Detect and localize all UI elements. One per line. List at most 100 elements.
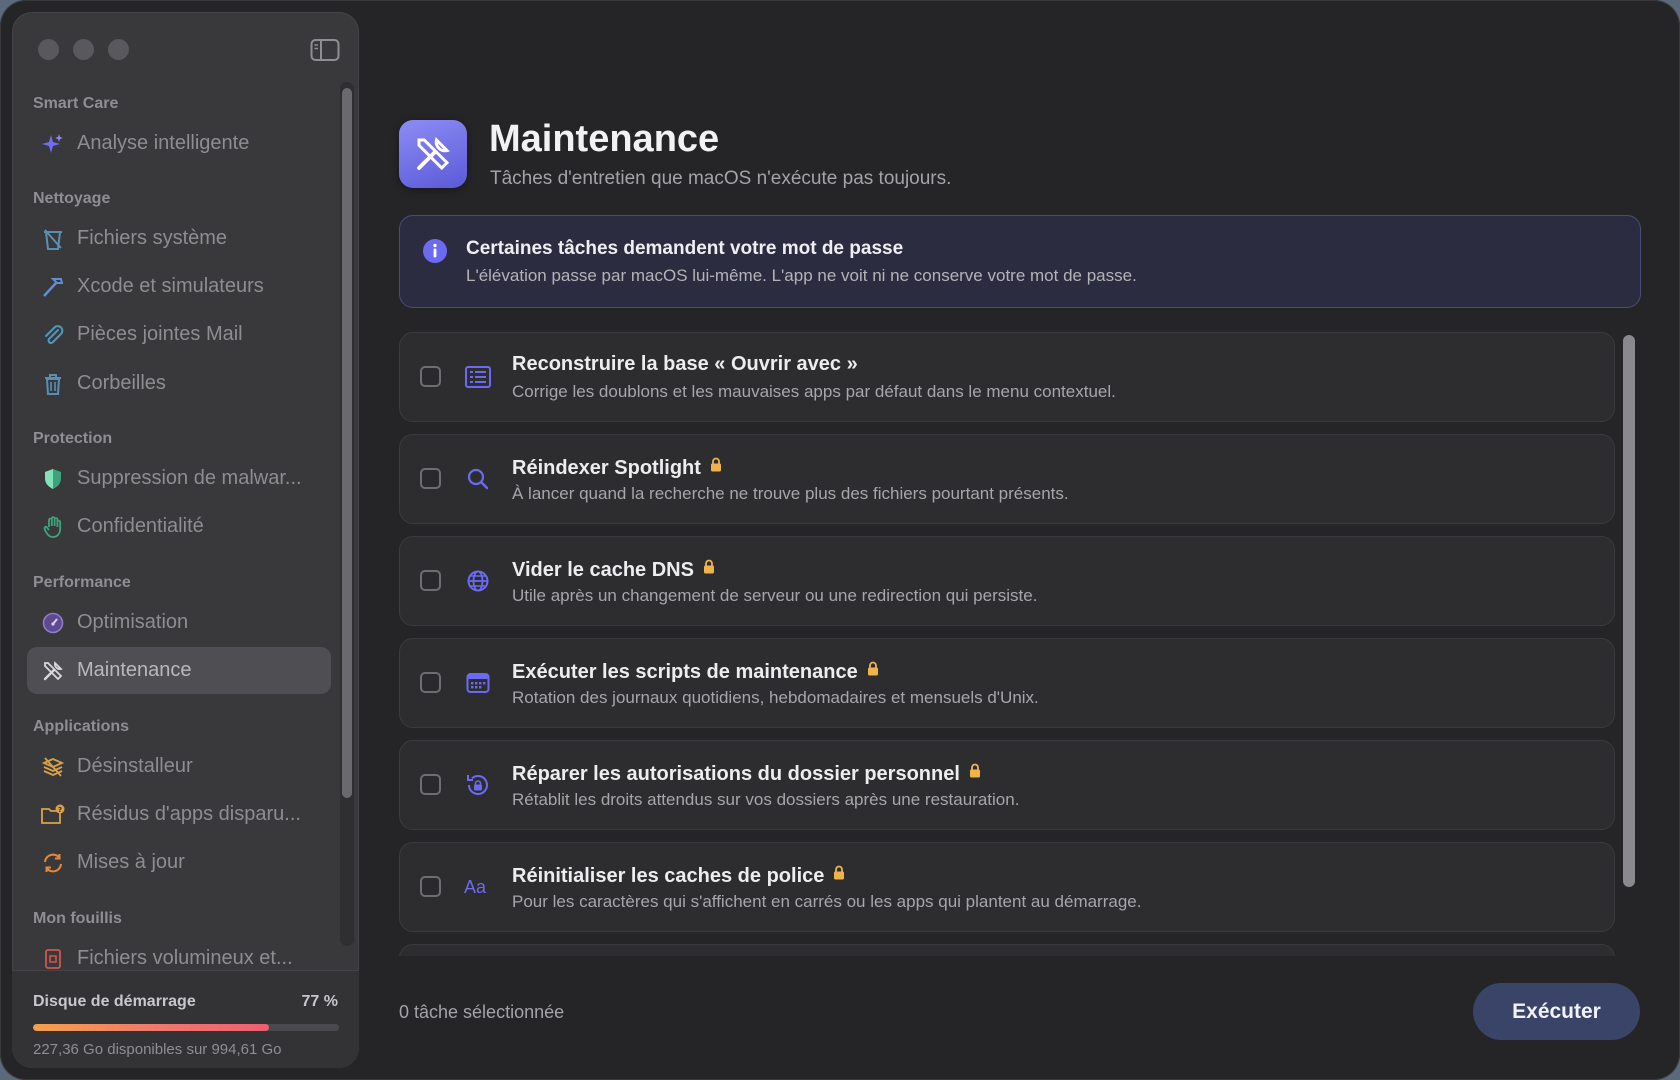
section-title-mon-fouillis: Mon fouillis xyxy=(33,910,122,927)
hand-icon xyxy=(39,513,67,541)
svg-text:?: ? xyxy=(58,806,62,814)
password-info-banner: Certaines tâches demandent votre mot de … xyxy=(399,215,1641,308)
task-description: Utile après un changement de serveur ou … xyxy=(512,586,1038,605)
lock-icon xyxy=(833,863,845,886)
task-description: Rétablit les droits attendus sur vos dos… xyxy=(512,790,1020,809)
minimize-window-button[interactable] xyxy=(73,39,94,60)
disk-usage-fill xyxy=(33,1024,269,1031)
task-checkbox[interactable] xyxy=(420,774,441,795)
sidebar-item-label: Désinstalleur xyxy=(77,755,193,777)
task-row[interactable]: Réparer les autorisations du dossier per… xyxy=(399,740,1615,830)
sidebar-item-label: Mises à jour xyxy=(77,851,185,873)
sidebar-item-label: Confidentialité xyxy=(77,515,204,537)
page-subtitle: Tâches d'entretien que macOS n'exécute p… xyxy=(490,168,952,189)
sidebar-item-label: Fichiers système xyxy=(77,227,228,249)
sidebar: Smart Care Analyse intelligente Nettoyag… xyxy=(12,12,359,1068)
sidebar-item-malware[interactable]: Suppression de malwar... xyxy=(27,455,331,502)
close-window-button[interactable] xyxy=(38,39,59,60)
task-row[interactable]: Exécuter les scripts de maintenance Rota… xyxy=(399,638,1615,728)
section-title-smart-care: Smart Care xyxy=(33,95,119,112)
sidebar-item-mises-a-jour[interactable]: Mises à jour xyxy=(27,839,331,886)
task-title-text: Exécuter les scripts de maintenance xyxy=(512,661,858,683)
main-content: Maintenance Tâches d'entretien que macOS… xyxy=(359,0,1680,1080)
task-title: Réparer les autorisations du dossier per… xyxy=(512,761,981,786)
app-window: Smart Care Analyse intelligente Nettoyag… xyxy=(0,0,1680,1080)
run-button[interactable]: Exécuter xyxy=(1473,983,1640,1040)
sidebar-item-label: Analyse intelligente xyxy=(77,132,250,154)
task-description: Corrige les doublons et les mauvaises ap… xyxy=(512,382,1116,401)
sidebar-item-label: Pièces jointes Mail xyxy=(77,323,243,345)
task-title-text: Réparer les autorisations du dossier per… xyxy=(512,763,960,785)
task-title: Réinitialiser les caches de police xyxy=(512,863,845,888)
task-title-text: Réinitialiser les caches de police xyxy=(512,865,825,887)
sidebar-scrollbar-thumb[interactable] xyxy=(342,88,352,798)
task-description: À lancer quand la recherche ne trouve pl… xyxy=(512,484,1069,503)
sidebar-item-fichiers-systeme[interactable]: Fichiers système xyxy=(27,215,331,262)
font-icon: Aa xyxy=(464,873,492,901)
shield-icon xyxy=(39,465,67,493)
sidebar-item-confidentialite[interactable]: Confidentialité xyxy=(27,503,331,550)
sidebar-item-label: Suppression de malwar... xyxy=(77,467,302,489)
large-file-icon xyxy=(39,945,67,971)
search-icon xyxy=(464,465,492,493)
sidebar-item-label: Fichiers volumineux et... xyxy=(77,947,293,969)
sidebar-item-pieces-jointes[interactable]: Pièces jointes Mail xyxy=(27,311,331,358)
sidebar-item-desinstalleur[interactable]: Désinstalleur xyxy=(27,743,331,790)
task-row[interactable]: Reconstruire la base « Ouvrir avec » Cor… xyxy=(399,332,1615,422)
svg-text:Aa: Aa xyxy=(464,877,487,897)
info-icon xyxy=(423,239,447,263)
trash-icon xyxy=(39,370,67,398)
sidebar-item-label: Maintenance xyxy=(77,659,192,681)
task-title: Réindexer Spotlight xyxy=(512,455,722,480)
task-title-text: Réindexer Spotlight xyxy=(512,457,701,479)
task-checkbox[interactable] xyxy=(420,672,441,693)
task-row[interactable] xyxy=(399,944,1615,956)
task-list: Reconstruire la base « Ouvrir avec » Cor… xyxy=(399,332,1615,956)
lock-rotate-icon xyxy=(464,771,492,799)
task-row[interactable]: Réindexer Spotlight À lancer quand la re… xyxy=(399,434,1615,524)
sidebar-item-maintenance[interactable]: Maintenance xyxy=(27,647,331,694)
refresh-icon xyxy=(39,849,67,877)
task-title: Reconstruire la base « Ouvrir avec » xyxy=(512,353,858,376)
sidebar-item-label: Corbeilles xyxy=(77,372,166,394)
task-checkbox[interactable] xyxy=(420,468,441,489)
disk-free-label: 227,36 Go disponibles sur 994,61 Go xyxy=(33,1041,282,1058)
task-list-scrollbar[interactable] xyxy=(1621,335,1637,955)
sidebar-item-label: Optimisation xyxy=(77,611,189,633)
tools-icon xyxy=(39,657,67,685)
lock-icon xyxy=(710,455,722,478)
gauge-icon xyxy=(39,609,67,637)
task-checkbox[interactable] xyxy=(420,366,441,387)
sidebar-item-label: Résidus d'apps disparu... xyxy=(77,803,301,825)
folder-question-icon: ? xyxy=(39,801,67,829)
section-title-nettoyage: Nettoyage xyxy=(33,190,111,207)
sidebar-item-xcode[interactable]: Xcode et simulateurs xyxy=(27,263,331,310)
task-title: Exécuter les scripts de maintenance xyxy=(512,659,879,684)
task-description: Rotation des journaux quotidiens, hebdom… xyxy=(512,688,1039,707)
sidebar-item-corbeilles[interactable]: Corbeilles xyxy=(27,360,331,407)
task-row[interactable]: Vider le cache DNS Utile après un change… xyxy=(399,536,1615,626)
sidebar-scrollbar[interactable] xyxy=(340,82,354,946)
startup-disk-panel: Disque de démarrage 77 % 227,36 Go dispo… xyxy=(12,970,359,1068)
sidebar-toggle-icon[interactable] xyxy=(310,38,340,62)
sidebar-item-residus[interactable]: ? Résidus d'apps disparu... xyxy=(27,791,331,838)
task-checkbox[interactable] xyxy=(420,570,441,591)
section-title-protection: Protection xyxy=(33,430,113,447)
lock-icon xyxy=(867,659,879,682)
lock-icon xyxy=(969,761,981,784)
banner-text: L'élévation passe par macOS lui-même. L'… xyxy=(466,266,1137,285)
page-title: Maintenance xyxy=(489,118,720,160)
sidebar-item-optimisation[interactable]: Optimisation xyxy=(27,599,331,646)
zoom-window-button[interactable] xyxy=(108,39,129,60)
globe-icon xyxy=(464,567,492,595)
task-row[interactable]: Aa Réinitialiser les caches de police Po… xyxy=(399,842,1615,932)
sidebar-item-fichiers-volumineux[interactable]: Fichiers volumineux et... xyxy=(27,935,331,970)
sidebar-item-label: Xcode et simulateurs xyxy=(77,275,264,297)
paperclip-icon xyxy=(39,321,67,349)
section-title-applications: Applications xyxy=(33,718,130,735)
task-list-scrollbar-thumb[interactable] xyxy=(1623,335,1635,887)
lock-icon xyxy=(703,557,715,580)
sparkles-icon xyxy=(39,130,67,158)
task-checkbox[interactable] xyxy=(420,876,441,897)
sidebar-item-analyse[interactable]: Analyse intelligente xyxy=(27,120,331,167)
